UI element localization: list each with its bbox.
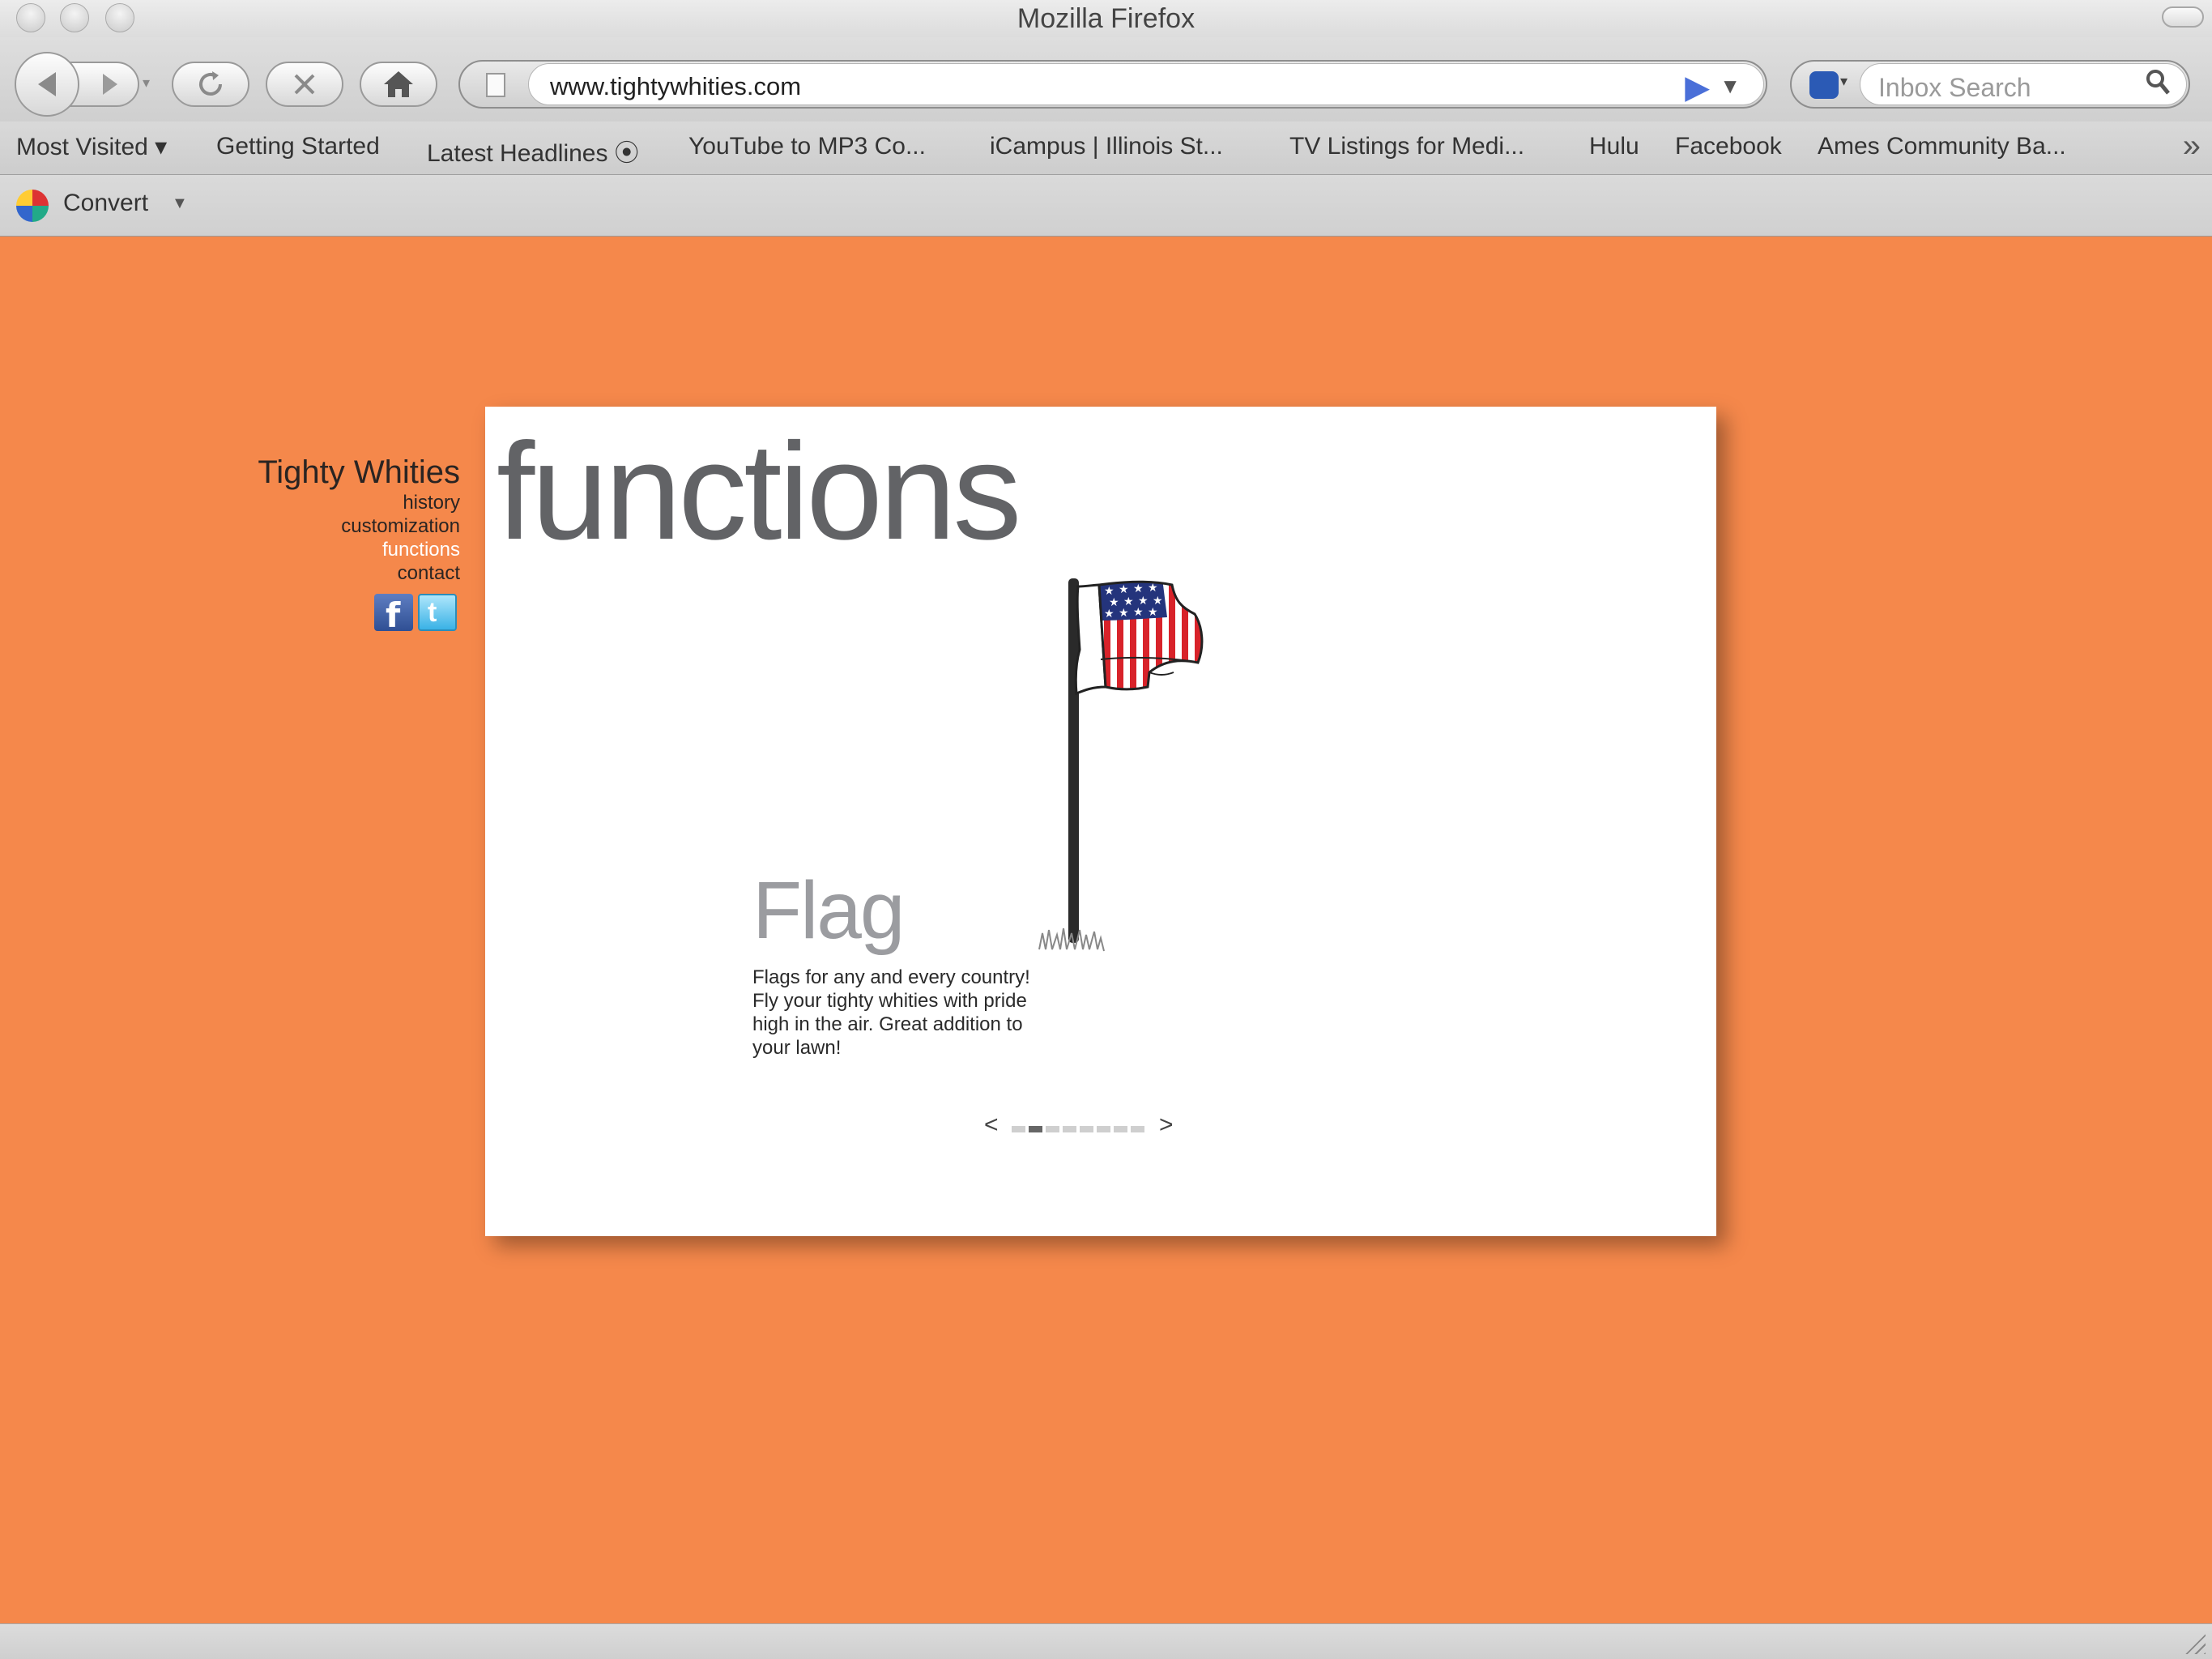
facebook-icon[interactable]: f (374, 594, 413, 635)
bookmark-ames-community[interactable]: Ames Community Ba... (1818, 133, 2066, 160)
addon-toolbar: Convert ▼ (0, 175, 2212, 237)
convert-dropdown-icon[interactable]: ▼ (172, 194, 188, 213)
bookmark-getting-started[interactable]: Getting Started (216, 133, 380, 160)
back-arrow-icon (38, 72, 56, 96)
pager-dot[interactable] (1097, 1126, 1110, 1132)
feature-description: Flags for any and every country! Fly you… (752, 966, 1030, 1059)
site-title[interactable]: Tighty Whities (136, 454, 460, 491)
search-icon[interactable] (2146, 69, 2170, 102)
nav-link-customization[interactable]: customization (136, 514, 460, 538)
svg-text:★: ★ (1133, 582, 1144, 595)
svg-text:★: ★ (1148, 606, 1158, 619)
search-field[interactable] (1860, 63, 2187, 106)
bookmarks-toolbar: Most Visited ▾ Getting Started Latest He… (0, 122, 2212, 175)
search-input[interactable] (1877, 69, 2139, 106)
content-panel: functions ★ ★ ★ ★ ★ ★ ★ ★ ★ ★ ★ ★ Flag F… (485, 407, 1716, 1236)
go-arrow-icon[interactable]: ▶ (1685, 69, 1710, 106)
svg-text:★: ★ (1119, 583, 1129, 596)
feature-title: Flag (752, 865, 906, 956)
svg-text:★: ★ (1119, 607, 1129, 620)
status-bar (0, 1623, 2212, 1659)
previous-slide-button[interactable]: < (984, 1111, 999, 1139)
site-navigation: Tighty Whities history customization fun… (136, 454, 460, 585)
window-title: Mozilla Firefox (1016, 3, 1196, 34)
navigation-toolbar: ▾ www.tightywhities.com ▶ ▼ ▾ (0, 37, 2212, 122)
chevron-more-icon[interactable]: » (2183, 128, 2201, 164)
nav-link-contact[interactable]: contact (136, 561, 460, 585)
toolbar-toggle-button[interactable] (2162, 6, 2204, 28)
pager-dot[interactable] (1131, 1126, 1144, 1132)
pager-dots (1012, 1126, 1144, 1132)
svg-text:★: ★ (1133, 606, 1144, 619)
pager-dot[interactable] (1046, 1126, 1059, 1132)
forward-arrow-icon (103, 74, 117, 95)
underwear-flag-illustration: ★ ★ ★ ★ ★ ★ ★ ★ ★ ★ ★ ★ (1038, 578, 1204, 952)
bookmark-youtube-to-mp3[interactable]: YouTube to MP3 Co... (688, 133, 926, 160)
window-titlebar: Mozilla Firefox (0, 0, 2212, 37)
url-field[interactable]: www.tightywhities.com ▶ ▼ (528, 63, 1764, 105)
home-button[interactable] (360, 62, 437, 107)
bookmark-icampus[interactable]: iCampus | Illinois St... (990, 133, 1223, 160)
bookmark-facebook[interactable]: Facebook (1675, 133, 1782, 160)
pager-dot[interactable] (1114, 1126, 1127, 1132)
search-engine-icon[interactable] (1809, 71, 1839, 99)
twitter-icon[interactable]: t (418, 594, 457, 631)
pager-dot[interactable] (1012, 1126, 1025, 1132)
bookmark-most-visited[interactable]: Most Visited ▾ (16, 133, 167, 161)
bookmark-tv-listings[interactable]: TV Listings for Medi... (1289, 133, 1524, 160)
reload-button[interactable] (172, 62, 249, 107)
home-icon (384, 71, 413, 97)
address-bar[interactable]: www.tightywhities.com ▶ ▼ (458, 60, 1767, 109)
page-heading: functions (497, 415, 1021, 569)
search-engine-dropdown-icon[interactable]: ▾ (1840, 73, 1848, 90)
url-dropdown-icon[interactable]: ▼ (1720, 74, 1741, 99)
page-icon (486, 73, 505, 97)
svg-text:★: ★ (1104, 608, 1115, 621)
twitter-glyph: t (428, 597, 437, 628)
back-button[interactable] (15, 52, 79, 117)
facebook-glyph: f (386, 595, 401, 635)
nav-link-functions[interactable]: functions (136, 538, 460, 561)
convert-button[interactable]: Convert (63, 190, 148, 217)
pager-dot[interactable] (1063, 1126, 1076, 1132)
nav-link-history[interactable]: history (136, 491, 460, 514)
page-viewport: Tighty Whities history customization fun… (0, 237, 2212, 1623)
reload-icon (199, 71, 222, 96)
resize-grip-icon[interactable] (2183, 1631, 2206, 1654)
url-text[interactable]: www.tightywhities.com (550, 72, 801, 101)
pager-dot[interactable] (1029, 1126, 1042, 1132)
convert-icon[interactable] (16, 190, 49, 222)
history-dropdown-icon[interactable]: ▾ (143, 75, 150, 92)
bookmark-hulu[interactable]: Hulu (1589, 133, 1639, 160)
next-slide-button[interactable]: > (1159, 1111, 1174, 1139)
pager-dot[interactable] (1080, 1126, 1093, 1132)
stop-button[interactable] (266, 62, 343, 107)
stop-icon (294, 74, 315, 95)
bookmark-latest-headlines[interactable]: Latest Headlines ⦿ (427, 133, 639, 168)
search-bar[interactable]: ▾ (1790, 60, 2190, 109)
